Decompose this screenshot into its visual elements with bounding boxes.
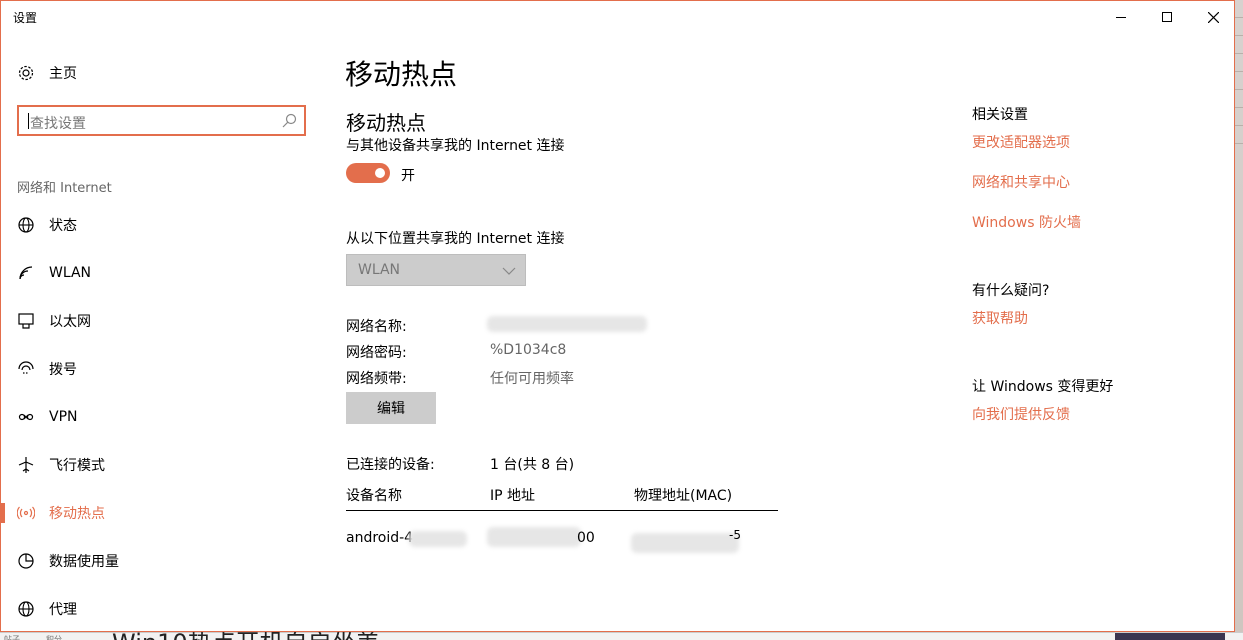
sidebar-item-label: 数据使用量	[49, 554, 119, 570]
sidebar-item-label: WLAN	[49, 265, 92, 281]
sidebar-home[interactable]: 主页	[1, 55, 301, 91]
redacted-device-name	[409, 531, 467, 547]
sidebar-item-dialup[interactable]: 拨号	[1, 351, 301, 387]
toggle-knob	[375, 168, 385, 178]
ethernet-icon	[17, 312, 35, 330]
sidebar-item-label: 代理	[49, 602, 77, 618]
background-window-strip: 帖子 积分 Win10热点开机自启坐美	[0, 629, 1243, 640]
question-title: 有什么疑问?	[972, 283, 1050, 299]
link-network-sharing-center[interactable]: 网络和共享中心	[972, 172, 1070, 192]
column-header-mac: 物理地址(MAC)	[634, 488, 733, 504]
background-window-edge	[1234, 0, 1243, 640]
network-band-label: 网络频带:	[346, 371, 407, 387]
background-tab: 积分	[46, 635, 62, 640]
sidebar-item-label: 飞行模式	[49, 458, 105, 474]
page-title: 移动热点	[345, 58, 458, 91]
toggle-state-label: 开	[401, 168, 415, 184]
sidebar-item-label: 以太网	[49, 314, 91, 330]
dialup-icon	[17, 360, 35, 378]
minimize-button[interactable]	[1098, 1, 1144, 33]
background-image	[1115, 633, 1225, 640]
connected-devices-label: 已连接的设备:	[346, 457, 435, 473]
network-password-value: %D1034c8	[490, 342, 567, 358]
hotspot-toggle[interactable]	[346, 163, 390, 183]
share-from-select[interactable]: WLAN	[346, 254, 526, 286]
sidebar-item-proxy[interactable]: 代理	[1, 591, 301, 627]
edit-button[interactable]: 编辑	[346, 392, 436, 424]
share-description: 与其他设备共享我的 Internet 连接	[346, 138, 565, 154]
maximize-icon	[1162, 12, 1172, 22]
improve-windows-title: 让 Windows 变得更好	[972, 379, 1114, 395]
text-cursor	[28, 113, 29, 129]
redacted-ip	[487, 527, 581, 547]
device-name-cell: android-4	[346, 530, 414, 546]
airplane-icon	[17, 456, 35, 474]
title-bar: 设置	[1, 1, 1234, 33]
vpn-icon	[17, 408, 35, 426]
sidebar-item-vpn[interactable]: VPN	[1, 399, 301, 435]
connected-devices-count: 1 台(共 8 台)	[490, 457, 575, 473]
window-title: 设置	[13, 11, 38, 25]
network-band-value: 任何可用频率	[490, 371, 574, 387]
sidebar-item-ethernet[interactable]: 以太网	[1, 303, 301, 339]
network-name-label: 网络名称:	[346, 319, 407, 335]
hotspot-icon	[17, 504, 35, 522]
sidebar-item-data-usage[interactable]: 数据使用量	[1, 543, 301, 579]
share-from-value: WLAN	[358, 262, 401, 278]
link-get-help[interactable]: 获取帮助	[972, 308, 1028, 328]
maximize-button[interactable]	[1144, 1, 1190, 33]
sidebar-section-title: 网络和 Internet	[17, 181, 112, 196]
sidebar-item-airplane[interactable]: 飞行模式	[1, 447, 301, 483]
close-icon	[1207, 11, 1219, 23]
globe-icon	[17, 600, 35, 618]
sidebar-item-label: VPN	[49, 409, 78, 425]
minimize-icon	[1116, 16, 1126, 18]
table-header-divider	[346, 510, 778, 511]
link-feedback[interactable]: 向我们提供反馈	[972, 404, 1070, 424]
globe-status-icon	[17, 216, 35, 234]
search-input[interactable]: 查找设置	[17, 105, 306, 136]
search-placeholder: 查找设置	[30, 116, 86, 132]
related-settings-title: 相关设置	[972, 107, 1028, 123]
share-from-label: 从以下位置共享我的 Internet 连接	[346, 231, 565, 247]
gear-icon	[17, 64, 35, 82]
chevron-down-icon	[502, 263, 516, 282]
background-tab: 帖子	[4, 635, 20, 640]
link-adapter-options[interactable]: 更改适配器选项	[972, 132, 1070, 152]
sidebar-item-label: 状态	[49, 218, 77, 234]
wifi-icon	[17, 264, 35, 282]
mac-cell: -5	[729, 528, 741, 542]
sidebar-home-label: 主页	[49, 66, 77, 82]
close-button[interactable]	[1190, 1, 1236, 33]
sidebar-item-label: 拨号	[49, 362, 77, 378]
active-indicator	[1, 503, 5, 523]
section-title: 移动热点	[346, 111, 426, 135]
data-usage-icon	[17, 552, 35, 570]
redacted-mac	[631, 533, 739, 553]
sidebar-item-hotspot[interactable]: 移动热点	[1, 495, 301, 531]
sidebar-item-label: 移动热点	[49, 506, 105, 522]
network-password-label: 网络密码:	[346, 345, 407, 361]
redacted-network-name	[487, 316, 647, 332]
sidebar-item-status[interactable]: 状态	[1, 207, 301, 243]
search-icon	[282, 113, 297, 132]
ip-cell: 00	[577, 530, 595, 546]
sidebar-item-wlan[interactable]: WLAN	[1, 255, 301, 291]
link-windows-firewall[interactable]: Windows 防火墙	[972, 212, 1081, 232]
column-header-ip: IP 地址	[490, 488, 536, 504]
column-header-device: 设备名称	[346, 488, 402, 504]
settings-window: 设置 主页 查找设置 网络和 Internet 状态 WLAN 以太网 拨号 V…	[0, 0, 1235, 632]
